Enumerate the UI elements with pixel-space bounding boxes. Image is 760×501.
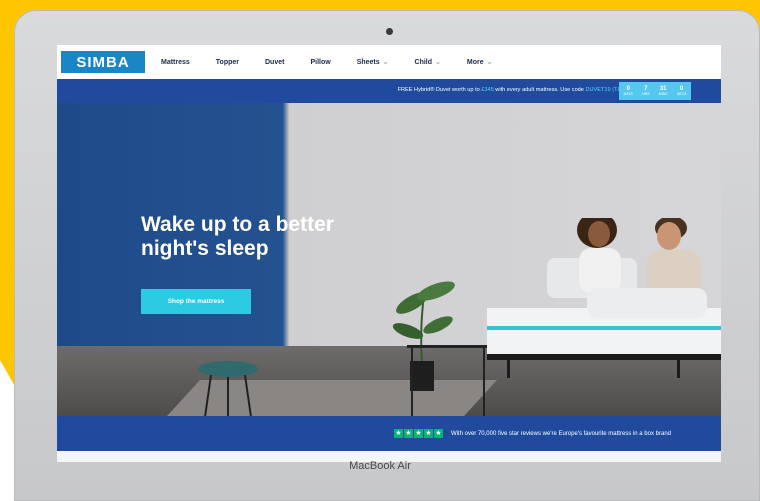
countdown-days: 0 DAYS xyxy=(624,82,633,100)
promo-code: DUVET19 xyxy=(585,87,611,93)
nav-item-sheets[interactable]: Sheets ⌄ xyxy=(356,58,389,67)
countdown-seconds: 0 SECS xyxy=(677,82,687,100)
hero-headline-line1: Wake up to a better xyxy=(141,213,334,236)
countdown-hours: 7 HRS xyxy=(642,82,649,100)
promo-price: £345 xyxy=(481,87,494,93)
couple-image xyxy=(547,218,707,318)
nav-item-more[interactable]: More ⌄ xyxy=(466,58,493,67)
nav-item-label: Topper xyxy=(215,58,239,66)
countdown-label: DAYS xyxy=(623,92,633,96)
chevron-down-icon: ⌄ xyxy=(382,59,389,66)
trustpilot-text: With over 70,000 five star reviews we're… xyxy=(450,430,671,437)
nav-item-label: Duvet xyxy=(265,58,285,66)
nav-item-topper[interactable]: Topper xyxy=(216,58,239,66)
nav-item-pillow[interactable]: Pillow xyxy=(310,58,330,66)
promo-text: FREE Hybrid® Duvet worth up to £345 with… xyxy=(398,87,631,93)
chevron-down-icon: ⌄ xyxy=(486,59,493,66)
nav-item-label: Mattress xyxy=(161,58,190,66)
nav-item-mattress[interactable]: Mattress xyxy=(161,58,190,66)
shop-mattress-button[interactable]: Shop the mattress xyxy=(141,289,251,314)
promo-banner: FREE Hybrid® Duvet worth up to £345 with… xyxy=(57,79,721,103)
countdown-label: MINS xyxy=(658,92,668,96)
stool-image xyxy=(198,361,258,416)
promo-mid: with every adult mattress. Use code xyxy=(493,87,586,93)
top-navigation: SIMBA Mattress Topper Duvet Pillow Sheet… xyxy=(57,45,721,79)
star-icon: ★ xyxy=(413,429,423,438)
nav-item-label: More xyxy=(466,58,484,66)
trustpilot-banner: ★ ★ ★ ★ ★ With over 70,000 five star rev… xyxy=(57,416,721,451)
star-icon: ★ xyxy=(433,429,443,438)
countdown-minutes: 31 MINS xyxy=(659,82,668,100)
nav-item-child[interactable]: Child ⌄ xyxy=(414,58,441,67)
camera-icon xyxy=(386,28,393,35)
promo-pre: FREE Hybrid® Duvet worth up to xyxy=(397,87,482,93)
star-icon: ★ xyxy=(393,429,403,438)
hero-banner: Wake up to a better night's sleep Shop t… xyxy=(57,103,721,416)
chevron-down-icon: ⌄ xyxy=(435,59,441,66)
countdown-timer: 0 DAYS 7 HRS 31 MINS 0 SECS xyxy=(619,82,691,100)
countdown-label: HRS xyxy=(642,92,650,96)
star-icon: ★ xyxy=(423,429,433,438)
nav-item-label: Sheets xyxy=(356,58,380,66)
browser-screen: SIMBA Mattress Topper Duvet Pillow Sheet… xyxy=(57,45,721,462)
countdown-label: SECS xyxy=(676,92,687,96)
hero-headline: Wake up to a better night's sleep xyxy=(141,213,334,261)
nav-items: Mattress Topper Duvet Pillow Sheets ⌄ Chi… xyxy=(161,58,519,67)
simba-logo[interactable]: SIMBA xyxy=(61,51,145,73)
nav-item-duvet[interactable]: Duvet xyxy=(265,58,284,66)
device-brand: MacBook Air xyxy=(349,460,411,472)
hero-headline-line2: night's sleep xyxy=(141,237,269,260)
nav-item-label: Pillow xyxy=(310,58,331,66)
trustpilot-stars: ★ ★ ★ ★ ★ xyxy=(393,429,443,438)
star-icon: ★ xyxy=(403,429,413,438)
nav-item-label: Child xyxy=(414,58,433,66)
